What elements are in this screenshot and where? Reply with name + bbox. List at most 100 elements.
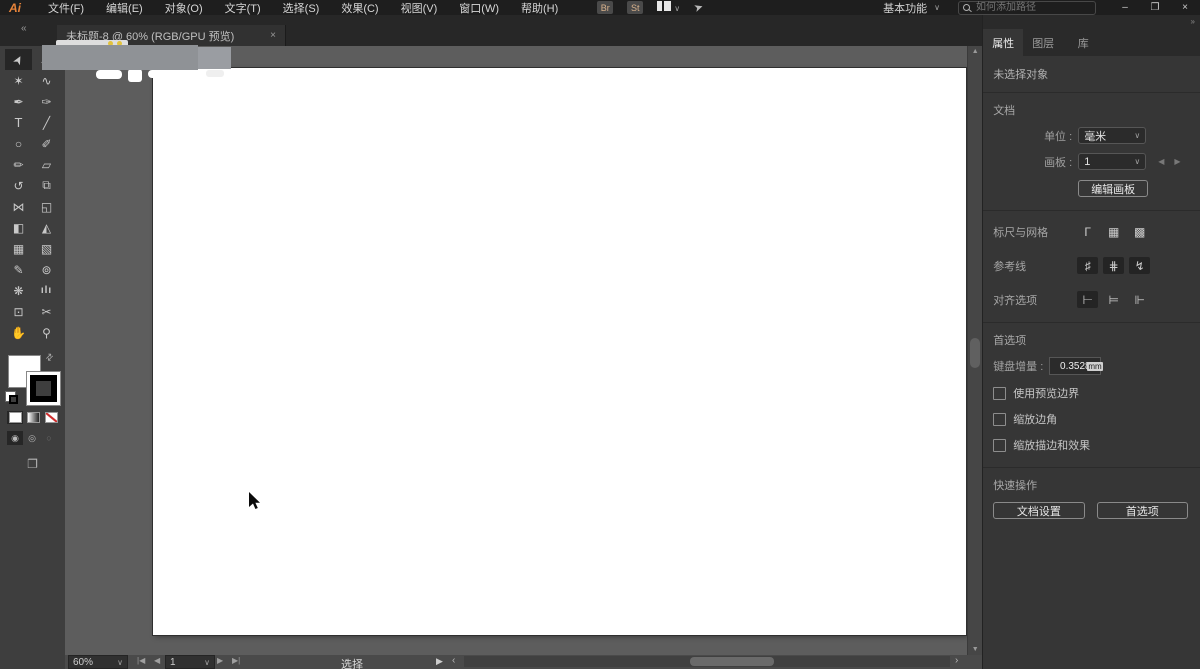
scroll-right-icon[interactable]: › bbox=[955, 655, 958, 666]
collapse-panel-icon[interactable]: « bbox=[21, 23, 27, 34]
menu-view[interactable]: 视图(V) bbox=[390, 0, 449, 16]
menu-file[interactable]: 文件(F) bbox=[37, 0, 95, 16]
stock-icon[interactable]: St bbox=[627, 1, 644, 14]
menu-object[interactable]: 对象(O) bbox=[154, 0, 214, 16]
lock-guides-icon[interactable]: ⋕ bbox=[1103, 257, 1125, 274]
free-transform-tool[interactable]: ◱ bbox=[33, 196, 60, 217]
snap-point-icon[interactable]: ⊢ bbox=[1077, 291, 1099, 308]
rotate-tool[interactable]: ↺ bbox=[5, 175, 32, 196]
menu-edit[interactable]: 编辑(E) bbox=[95, 0, 154, 16]
artboard[interactable] bbox=[153, 68, 966, 635]
type-tool[interactable]: T bbox=[5, 112, 32, 133]
search-input[interactable] bbox=[974, 1, 1078, 14]
menu-help[interactable]: 帮助(H) bbox=[510, 0, 569, 16]
draw-inside-mode[interactable]: ○ bbox=[41, 431, 57, 445]
eyedropper-tool[interactable]: ✎ bbox=[5, 259, 32, 280]
perspective-grid-tool[interactable]: ◭ bbox=[33, 217, 60, 238]
selection-tool[interactable]: ➤ bbox=[5, 49, 32, 70]
shaper-tool[interactable]: ✏ bbox=[5, 154, 32, 175]
close-button[interactable]: × bbox=[1170, 2, 1200, 13]
shape-builder-tool[interactable]: ◧ bbox=[5, 217, 32, 238]
bridge-icon[interactable]: Br bbox=[597, 1, 614, 14]
checkbox[interactable] bbox=[993, 412, 1007, 426]
stroke-color-swatch[interactable] bbox=[26, 371, 61, 406]
symbol-sprayer-tool[interactable]: ❋ bbox=[5, 280, 32, 301]
restore-button[interactable]: ❐ bbox=[1140, 2, 1170, 13]
column-graph-tool[interactable]: ılı bbox=[33, 280, 60, 301]
unit-select[interactable]: 毫米 ∨ bbox=[1078, 127, 1147, 144]
mouse-cursor bbox=[249, 492, 260, 509]
menu-type[interactable]: 文字(T) bbox=[214, 0, 272, 16]
line-segment-tool[interactable]: ╱ bbox=[33, 112, 60, 133]
ruler-corner-icon[interactable]: Γ bbox=[1077, 223, 1098, 240]
next-artboard-icon[interactable]: ▶ bbox=[1174, 157, 1190, 166]
width-tool[interactable]: ⋈ bbox=[5, 196, 32, 217]
scroll-up-icon[interactable]: ▲ bbox=[968, 48, 982, 55]
default-fill-stroke-icon[interactable] bbox=[5, 391, 18, 404]
menu-window[interactable]: 窗口(W) bbox=[448, 0, 510, 16]
lasso-tool[interactable]: ∿ bbox=[33, 70, 60, 91]
vertical-scrollbar[interactable]: ▲ ▼ bbox=[967, 46, 983, 655]
tab-properties[interactable]: 属性 bbox=[983, 29, 1024, 56]
pixel-grid-icon[interactable]: ▩ bbox=[1129, 223, 1150, 240]
prev-artboard-icon[interactable]: ◀ bbox=[1158, 157, 1174, 166]
prev-artboard-button[interactable]: ◀ bbox=[154, 656, 160, 665]
snap-grid-icon[interactable]: ⊨ bbox=[1103, 291, 1124, 308]
tab-layers[interactable]: 图层 bbox=[1023, 29, 1063, 56]
edit-artboards-button[interactable]: 编辑画板 bbox=[1078, 180, 1149, 197]
tab-libraries[interactable]: 库 bbox=[1063, 29, 1103, 56]
slice-tool[interactable]: ✂ bbox=[33, 301, 60, 322]
minimize-button[interactable]: – bbox=[1110, 2, 1140, 13]
scroll-down-icon[interactable]: ▼ bbox=[968, 646, 982, 653]
mesh-tool[interactable]: ▦ bbox=[5, 238, 32, 259]
eraser-tool[interactable]: ▱ bbox=[33, 154, 60, 175]
gradient-button[interactable] bbox=[25, 411, 41, 424]
ellipse-tool[interactable]: ○ bbox=[5, 133, 32, 154]
last-artboard-button[interactable]: ▶| bbox=[232, 656, 240, 665]
status-menu-icon[interactable]: ▶ bbox=[436, 656, 443, 667]
snap-glyph-icon[interactable]: ⊩ bbox=[1129, 291, 1150, 308]
zoom-level-dropdown[interactable]: 60% ∨ bbox=[68, 655, 128, 669]
expand-panel-icon[interactable]: » bbox=[1191, 17, 1195, 26]
menu-select[interactable]: 选择(S) bbox=[272, 0, 331, 16]
curvature-tool[interactable]: ✑ bbox=[33, 91, 60, 112]
paintbrush-tool[interactable]: ✐ bbox=[33, 133, 60, 154]
smart-guides-icon[interactable]: ↯ bbox=[1129, 257, 1151, 274]
canvas[interactable] bbox=[65, 46, 968, 655]
workspace-switcher[interactable]: 基本功能 bbox=[883, 0, 927, 16]
screen-mode-icon[interactable]: ❐ bbox=[0, 457, 65, 471]
preferences-button[interactable]: 首选项 bbox=[1096, 502, 1188, 519]
checkbox[interactable] bbox=[993, 438, 1007, 452]
next-artboard-button[interactable]: ▶ bbox=[217, 656, 223, 665]
color-button[interactable] bbox=[7, 411, 23, 424]
grid-icon[interactable]: ▦ bbox=[1103, 223, 1124, 240]
arrange-documents-icon[interactable]: ∨ bbox=[657, 1, 680, 14]
show-guides-icon[interactable]: ♯ bbox=[1077, 257, 1099, 274]
draw-normal-mode[interactable]: ◉ bbox=[7, 431, 23, 445]
draw-behind-mode[interactable]: ◎ bbox=[24, 431, 40, 445]
zoom-tool[interactable]: ⚲ bbox=[33, 322, 60, 343]
none-button[interactable] bbox=[43, 411, 59, 424]
blend-tool[interactable]: ⊚ bbox=[33, 259, 60, 280]
magic-wand-tool[interactable]: ✶ bbox=[5, 70, 32, 91]
horizontal-scroll-thumb[interactable] bbox=[690, 657, 774, 666]
vertical-scroll-thumb[interactable] bbox=[970, 338, 981, 368]
first-artboard-button[interactable]: |◀ bbox=[137, 656, 145, 665]
hand-tool[interactable]: ✋ bbox=[5, 322, 32, 343]
artboard-select[interactable]: 1 ∨ bbox=[1078, 153, 1147, 170]
menu-effect[interactable]: 效果(C) bbox=[330, 0, 389, 16]
artboard-tool[interactable]: ⊡ bbox=[5, 301, 32, 322]
help-search-field[interactable] bbox=[958, 0, 1096, 15]
share-icon[interactable]: ➤ bbox=[692, 0, 705, 15]
horizontal-scrollbar[interactable] bbox=[464, 656, 950, 667]
tab-close-icon[interactable]: × bbox=[270, 30, 276, 41]
scroll-left-icon[interactable]: ‹ bbox=[452, 655, 455, 666]
artboard-nav-dropdown[interactable]: 1 ∨ bbox=[165, 655, 215, 669]
pen-tool[interactable]: ✒ bbox=[5, 91, 32, 112]
scale-tool[interactable]: ⧉ bbox=[33, 175, 60, 196]
gradient-tool[interactable]: ▧ bbox=[33, 238, 60, 259]
checkbox[interactable] bbox=[993, 386, 1007, 400]
menubar: Ai 文件(F) 编辑(E) 对象(O) 文字(T) 选择(S) 效果(C) 视… bbox=[0, 0, 1200, 15]
document-setup-button[interactable]: 文档设置 bbox=[993, 502, 1085, 519]
swap-fill-stroke-icon[interactable]: ⇄ bbox=[43, 351, 56, 364]
